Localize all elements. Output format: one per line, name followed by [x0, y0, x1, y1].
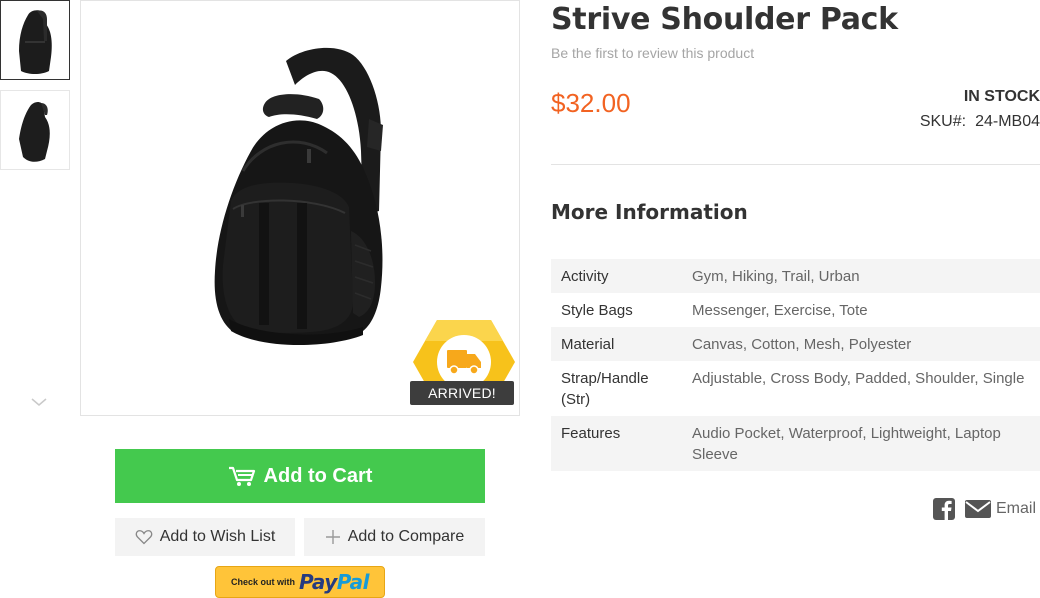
review-link[interactable]: Be the first to review this product: [551, 45, 754, 61]
plus-icon: [325, 529, 341, 545]
product-title: Strive Shoulder Pack: [551, 2, 898, 37]
table-row: Activity Gym, Hiking, Trail, Urban: [551, 259, 1040, 293]
arrived-badge-label: ARRIVED!: [410, 381, 514, 405]
heart-icon: [135, 529, 153, 545]
add-to-compare-label: Add to Compare: [347, 528, 465, 545]
add-to-cart-label: Add to Cart: [263, 464, 373, 487]
main-product-image: ARRIVED!: [80, 0, 520, 416]
table-row: Style Bags Messenger, Exercise, Tote: [551, 293, 1040, 327]
add-to-cart-button[interactable]: Add to Cart: [115, 449, 485, 503]
paypal-checkout-button[interactable]: Check out with PayPal: [215, 566, 385, 598]
attribute-label: Material: [561, 336, 615, 353]
sku-label: SKU#:: [919, 113, 967, 130]
paypal-logo: PayPal: [298, 570, 370, 594]
add-to-wish-list-label: Add to Wish List: [159, 528, 276, 545]
attribute-label: Style Bags: [561, 302, 633, 319]
chevron-down-icon[interactable]: [30, 395, 48, 407]
table-row: Material Canvas, Cotton, Mesh, Polyester: [551, 327, 1040, 361]
cart-icon: [228, 465, 256, 487]
product-price: $32.00: [551, 88, 631, 118]
email-label: Email: [995, 500, 1036, 517]
envelope-icon: [964, 500, 991, 518]
share-links: Email: [932, 498, 1036, 520]
facebook-icon[interactable]: [932, 498, 955, 520]
attribute-value: Canvas, Cotton, Mesh, Polyester: [692, 336, 912, 353]
attribute-label: Strap/Handle (Str): [561, 370, 649, 408]
thumbnail-2[interactable]: [0, 90, 70, 170]
sku-value: 24-MB04: [975, 113, 1040, 130]
add-to-wish-list-button[interactable]: Add to Wish List: [115, 518, 295, 556]
table-row: Strap/Handle (Str) Adjustable, Cross Bod…: [551, 361, 1040, 416]
more-information-table: Activity Gym, Hiking, Trail, Urban Style…: [551, 259, 1040, 471]
table-row: Features Audio Pocket, Waterproof, Light…: [551, 416, 1040, 471]
attribute-value: Audio Pocket, Waterproof, Lightweight, L…: [692, 425, 1001, 463]
attribute-value: Adjustable, Cross Body, Padded, Shoulder…: [692, 370, 1025, 387]
paypal-prefix: Check out with: [230, 577, 295, 587]
email-share-link[interactable]: Email: [964, 499, 1036, 519]
sku: SKU#: 24-MB04: [920, 113, 1040, 131]
attribute-label: Activity: [561, 268, 609, 285]
stock-status: IN STOCK: [963, 88, 1040, 105]
divider: [551, 164, 1040, 165]
attribute-label: Features: [561, 425, 621, 442]
thumbnail-1[interactable]: [0, 0, 70, 80]
attribute-value: Messenger, Exercise, Tote: [692, 302, 868, 319]
add-to-compare-button[interactable]: Add to Compare: [304, 518, 485, 556]
attribute-value: Gym, Hiking, Trail, Urban: [692, 268, 860, 285]
more-information-title: More Information: [551, 200, 748, 224]
